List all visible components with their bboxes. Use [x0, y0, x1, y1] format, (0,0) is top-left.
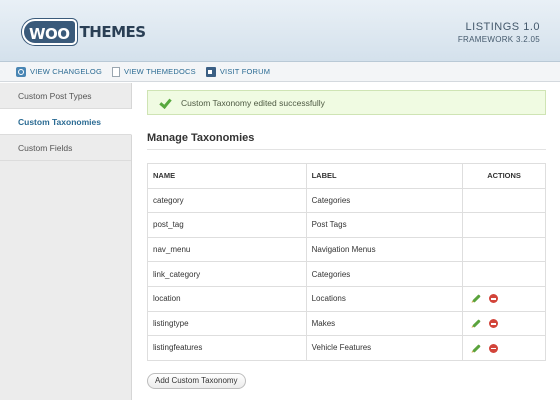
- taxonomy-name-cell: location: [147, 285, 307, 312]
- page-title: Manage Taxonomies: [147, 132, 255, 144]
- taxonomy-name-cell: listingtype: [147, 310, 307, 337]
- taxonomy-label-cell: Makes: [305, 310, 464, 337]
- table-row: location Locations: [147, 285, 546, 312]
- table-row: listingtype Makes: [147, 310, 546, 337]
- sidebar-item-custom-fields[interactable]: Custom Fields: [0, 135, 131, 161]
- actions-cell: [462, 285, 546, 312]
- link-label: VIEW THEMEDOCS: [123, 67, 196, 76]
- table-row: nav_menu Navigation Menus: [147, 236, 546, 263]
- delete-icon[interactable]: [489, 343, 499, 353]
- header: WOO THEMES LISTINGS 1.0 FRAMEWORK 3.2.05: [0, 0, 560, 62]
- divider: [147, 149, 546, 150]
- table-header-row: NAME LABEL ACTIONS: [147, 163, 546, 189]
- add-custom-taxonomy-button[interactable]: Add Custom Taxonomy: [147, 373, 246, 389]
- sidebar: Custom Post Types Custom Taxonomies Cust…: [0, 83, 132, 400]
- taxonomy-name-cell: listingfeatures: [147, 335, 307, 361]
- taxonomy-name-cell: link_category: [147, 261, 307, 287]
- visit-forum-link[interactable]: VISIT FORUM: [205, 66, 271, 77]
- success-notice: Custom Taxonomy edited successfully: [147, 90, 546, 115]
- link-label: VISIT FORUM: [219, 67, 271, 76]
- taxonomies-table: NAME LABEL ACTIONS category Categories pos…: [147, 163, 546, 361]
- column-header-name: NAME: [147, 163, 307, 189]
- taxonomy-name-cell: nav_menu: [147, 236, 307, 263]
- edit-pencil-icon[interactable]: [472, 319, 481, 328]
- taxonomy-label-cell: Navigation Menus: [305, 236, 464, 263]
- framework-version: FRAMEWORK 3.2.05: [457, 35, 540, 44]
- sidebar-item-custom-taxonomies[interactable]: Custom Taxonomies: [0, 109, 132, 135]
- actions-cell: [462, 310, 546, 337]
- logo-woo: WOO: [22, 19, 77, 45]
- forum-icon: [205, 66, 216, 77]
- taxonomy-label-cell: Categories: [305, 261, 464, 287]
- main-content: Custom Taxonomy edited successfully Mana…: [133, 83, 560, 400]
- edit-pencil-icon[interactable]: [472, 343, 481, 353]
- actions-cell: [462, 335, 546, 361]
- notice-text: Custom Taxonomy edited successfully: [181, 97, 325, 108]
- taxonomy-label-cell: Vehicle Features: [305, 335, 464, 361]
- actions-cell: [462, 212, 546, 238]
- table-row: link_category Categories: [147, 261, 546, 287]
- view-themedocs-link[interactable]: VIEW THEMEDOCS: [111, 66, 196, 77]
- taxonomy-label-cell: Post Tags: [305, 212, 464, 238]
- taxonomy-label-cell: Categories: [305, 187, 464, 214]
- product-info: LISTINGS 1.0 FRAMEWORK 3.2.05: [458, 21, 540, 44]
- link-label: VIEW CHANGELOG: [30, 67, 102, 76]
- sidebar-item-custom-post-types[interactable]: Custom Post Types: [0, 83, 131, 109]
- woothemes-logo[interactable]: WOO THEMES: [22, 19, 146, 45]
- table-row: category Categories: [147, 187, 546, 214]
- links-bar: VIEW CHANGELOG VIEW THEMEDOCS VISIT FORU…: [0, 62, 560, 82]
- column-header-label: LABEL: [305, 163, 464, 189]
- delete-icon[interactable]: [489, 294, 499, 304]
- actions-cell: [462, 187, 546, 214]
- table-row: post_tag Post Tags: [147, 212, 546, 238]
- table-row: listingfeatures Vehicle Features: [147, 335, 546, 361]
- view-changelog-link[interactable]: VIEW CHANGELOG: [16, 66, 102, 77]
- actions-cell: [462, 236, 546, 263]
- checkmark-icon: [160, 98, 172, 108]
- document-icon: [111, 66, 120, 77]
- column-header-actions: ACTIONS: [462, 163, 546, 189]
- delete-icon[interactable]: [489, 319, 499, 329]
- taxonomy-name-cell: post_tag: [147, 212, 307, 238]
- edit-pencil-icon[interactable]: [472, 294, 481, 304]
- taxonomy-name-cell: category: [147, 187, 307, 214]
- logo-themes: THEMES: [79, 23, 147, 41]
- search-icon: [16, 66, 26, 77]
- actions-cell: [462, 261, 546, 287]
- taxonomy-label-cell: Locations: [305, 285, 464, 312]
- product-name: LISTINGS 1.0: [465, 21, 540, 33]
